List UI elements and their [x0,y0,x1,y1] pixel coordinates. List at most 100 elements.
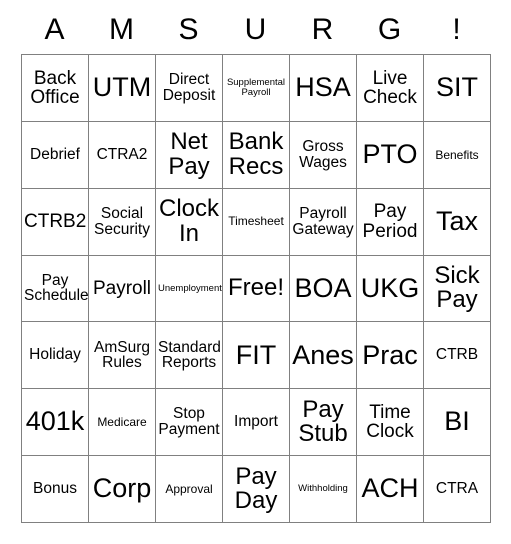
bingo-cell-r5-c6[interactable]: BI [423,388,491,457]
bingo-cell-r3-c2[interactable]: Unemployment [155,254,223,323]
bingo-header-letter-5: G [377,13,402,46]
bingo-cell-r0-c3[interactable]: Supplemental Payroll [222,54,290,122]
bingo-cell-label: Medicare [97,415,147,430]
bingo-cell-free[interactable]: Free! [222,254,290,323]
bingo-cell-r0-c5[interactable]: Live Check [356,54,424,122]
bingo-grid: Back Office UTM Direct Deposit Supplemental… [21,54,491,523]
bingo-cell-label: Direct Deposit [162,71,216,104]
bingo-header-letter-0: A [44,13,65,46]
bingo-cell-r1-c5[interactable]: PTO [356,120,424,189]
bingo-cell-label: Prac [362,339,418,370]
bingo-cell-label: Timesheet [228,214,284,229]
bingo-cell-r4-c6[interactable]: CTRB [423,321,491,390]
bingo-cell-r0-c1[interactable]: UTM [88,54,156,122]
bingo-header-letter-6: ! [452,13,461,46]
bingo-row: Debrief CTRA2 Net Pay Bank Recs Gross Wages P… [21,120,491,189]
bingo-cell-r6-c6[interactable]: CTRA [423,455,491,523]
bingo-cell-label: UTM [92,72,152,103]
bingo-cell-r2-c6[interactable]: Tax [423,187,491,256]
bingo-cell-label: Bonus [33,480,77,498]
bingo-cell-label: SIT [435,72,478,103]
bingo-cell-label: Free! [227,274,284,302]
bingo-cell-label: Withholding [298,483,348,495]
bingo-cell-r6-c5[interactable]: ACH [356,455,424,523]
bingo-cell-r6-c2[interactable]: Approval [155,455,223,523]
bingo-cell-label: Tax [435,205,479,236]
bingo-cell-label: 401k [25,406,85,437]
bingo-row: Pay Schedule Payroll Unemployment Free! BOA U… [21,254,491,323]
bingo-cell-label: BI [444,406,470,437]
bingo-header-letter-2: S [178,13,199,46]
bingo-cell-r1-c0[interactable]: Debrief [21,120,89,189]
bingo-cell-label: PTO [362,139,418,169]
bingo-cell-r5-c0[interactable]: 401k [21,388,89,457]
bingo-cell-r3-c1[interactable]: Payroll [88,254,156,323]
bingo-cell-label: Anes [292,339,354,370]
bingo-cell-label: Approval [165,481,213,496]
bingo-cell-label: Bank Recs [228,128,284,180]
bingo-cell-r3-c6[interactable]: Sick Pay [423,254,491,323]
bingo-cell-r1-c3[interactable]: Bank Recs [222,120,290,189]
bingo-cell-r5-c3[interactable]: Import [222,388,290,457]
bingo-cell-label: Pay Stub [298,395,348,448]
bingo-cell-label: CTRB2 [24,210,87,232]
bingo-cell-label: CTRA2 [96,145,148,163]
bingo-header-letter-1: M [109,13,134,46]
bingo-cell-label: Payroll [92,277,152,299]
bingo-cell-r5-c4[interactable]: Pay Stub [289,388,357,457]
bingo-cell-r0-c4[interactable]: HSA [289,54,357,122]
bingo-header-letter-4: R [311,13,334,46]
bingo-cell-r5-c1[interactable]: Medicare [88,388,156,457]
bingo-cell-r4-c5[interactable]: Prac [356,321,424,390]
bingo-cell-r5-c2[interactable]: Stop Payment [155,388,223,457]
bingo-cell-label: Pay Period [362,201,418,242]
bingo-cell-r6-c3[interactable]: Pay Day [222,455,290,523]
bingo-cell-r0-c6[interactable]: SIT [423,54,491,122]
bingo-row: 401k Medicare Stop Payment Import Pay Stub Ti… [21,388,491,457]
bingo-cell-label: Payroll Gateway [292,204,354,238]
bingo-cell-label: Standard Reports [158,338,221,372]
bingo-cell-r2-c2[interactable]: Clock In [155,187,223,256]
bingo-cell-r2-c5[interactable]: Pay Period [356,187,424,256]
bingo-cell-r6-c4[interactable]: Withholding [289,455,357,523]
bingo-cell-label: CTRB [435,346,479,364]
bingo-cell-r3-c0[interactable]: Pay Schedule [21,254,89,323]
bingo-cell-label: Stop Payment [158,405,220,439]
bingo-cell-r4-c2[interactable]: Standard Reports [155,321,223,390]
bingo-cell-label: Benefits [435,147,479,162]
bingo-cell-r4-c1[interactable]: AmSurg Rules [88,321,156,390]
bingo-cell-r2-c3[interactable]: Timesheet [222,187,290,256]
bingo-cell-r4-c3[interactable]: FIT [222,321,290,390]
bingo-cell-r1-c4[interactable]: Gross Wages [289,120,357,189]
bingo-cell-r4-c4[interactable]: Anes [289,321,357,390]
bingo-row: Bonus Corp Approval Pay Day Withholding ACH CT… [21,455,491,523]
bingo-cell-label: Pay Schedule [24,271,89,305]
bingo-row: CTRB2 Social Security Clock In Timesheet Pay… [21,187,491,256]
bingo-cell-label: BOA [294,272,352,303]
bingo-cell-label: Unemployment [158,282,222,294]
bingo-card: A M S U R G! Back Office UTM Direct Deposit Supp… [0,0,511,544]
bingo-cell-r1-c6[interactable]: Benefits [423,120,491,189]
bingo-cell-r4-c0[interactable]: Holiday [21,321,89,390]
bingo-cell-label: Back Office [30,67,80,108]
bingo-cell-r2-c0[interactable]: CTRB2 [21,187,89,256]
bingo-cell-r0-c0[interactable]: Back Office [21,54,89,122]
bingo-cell-r3-c4[interactable]: BOA [289,254,357,323]
bingo-cell-r6-c0[interactable]: Bonus [21,455,89,523]
bingo-cell-label: UKG [360,272,420,303]
bingo-grid-body: Back Office UTM Direct Deposit Supplemental… [21,54,491,523]
bingo-cell-r0-c2[interactable]: Direct Deposit [155,54,223,122]
bingo-cell-r5-c5[interactable]: Time Clock [356,388,424,457]
bingo-cell-r2-c4[interactable]: Payroll Gateway [289,187,357,256]
bingo-cell-label: Gross Wages [299,137,347,171]
bingo-header-letters: A M S U R G! [21,10,490,50]
bingo-cell-r2-c1[interactable]: Social Security [88,187,156,256]
bingo-cell-label: Supplemental Payroll [226,77,286,98]
bingo-cell-r1-c1[interactable]: CTRA2 [88,120,156,189]
bingo-cell-label: Import [234,413,278,431]
bingo-cell-r3-c5[interactable]: UKG [356,254,424,323]
bingo-cell-r6-c1[interactable]: Corp [88,455,156,523]
bingo-cell-r1-c2[interactable]: Net Pay [155,120,223,189]
bingo-cell-label: AmSurg Rules [94,338,150,372]
bingo-cell-label: FIT [235,339,277,370]
